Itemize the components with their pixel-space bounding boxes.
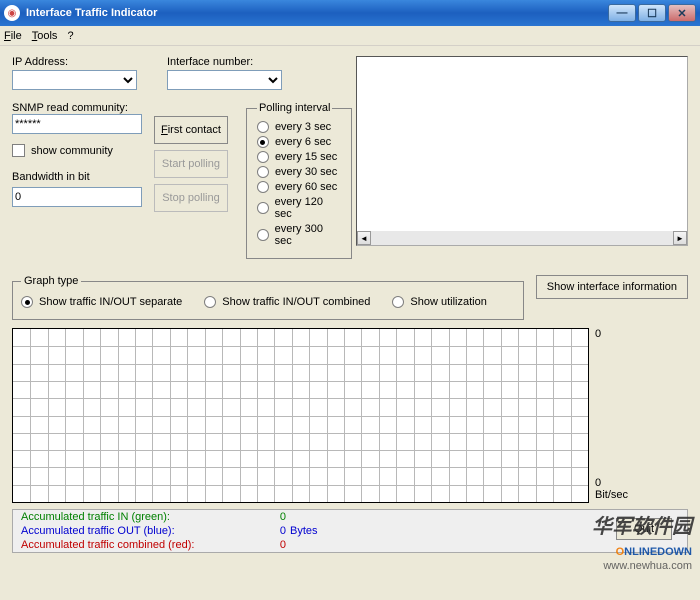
- ip-address-combo[interactable]: [12, 70, 137, 90]
- close-button[interactable]: ✕: [668, 4, 696, 22]
- legend-out-unit: Bytes: [286, 525, 318, 537]
- window-controls: — ☐ ✕: [608, 4, 696, 22]
- radio-icon[interactable]: [204, 296, 216, 308]
- radio-icon[interactable]: [21, 296, 33, 308]
- show-community-checkbox[interactable]: [12, 144, 25, 157]
- iface-label: Interface number:: [167, 56, 282, 68]
- maximize-button[interactable]: ☐: [638, 4, 666, 22]
- polling-option-label: every 120 sec: [275, 196, 341, 220]
- stop-polling-button[interactable]: Stop polling: [154, 184, 228, 212]
- graph-type-option[interactable]: Show traffic IN/OUT combined: [204, 296, 370, 308]
- polling-option[interactable]: every 60 sec: [257, 181, 341, 193]
- radio-icon[interactable]: [257, 121, 269, 133]
- minimize-button[interactable]: —: [608, 4, 636, 22]
- graph-type-option[interactable]: Show utilization: [392, 296, 486, 308]
- watermark-cn: 华军软件园: [592, 510, 692, 539]
- polling-interval-group: Polling interval every 3 sec every 6 sec e…: [246, 102, 352, 259]
- menu-tools[interactable]: Tools: [32, 30, 58, 42]
- snmp-community-input[interactable]: [12, 114, 142, 134]
- radio-icon[interactable]: [257, 136, 269, 148]
- start-polling-button[interactable]: Start polling: [154, 150, 228, 178]
- radio-icon[interactable]: [257, 166, 269, 178]
- show-interface-info-button[interactable]: Show interface information: [536, 275, 688, 299]
- watermark-brand: ONLINEDOWN: [592, 539, 692, 560]
- polling-option[interactable]: every 30 sec: [257, 166, 341, 178]
- polling-option[interactable]: every 15 sec: [257, 151, 341, 163]
- ip-label: IP Address:: [12, 56, 137, 68]
- window-title: Interface Traffic Indicator: [26, 7, 608, 19]
- radio-icon[interactable]: [257, 202, 269, 214]
- radio-icon[interactable]: [257, 181, 269, 193]
- watermark-url: www.newhua.com: [592, 560, 692, 572]
- polling-option-label: every 3 sec: [275, 121, 331, 133]
- interface-number-combo[interactable]: [167, 70, 282, 90]
- traffic-graph: [12, 328, 589, 503]
- graph-type-group: Graph type Show traffic IN/OUT separate S…: [12, 275, 524, 320]
- first-contact-button[interactable]: First contact: [154, 116, 228, 144]
- polling-option-label: every 6 sec: [275, 136, 331, 148]
- y-min: 0: [595, 477, 628, 489]
- y-unit: Bit/sec: [595, 489, 628, 501]
- legend-out-value: 0: [256, 525, 286, 537]
- graph-type-option-label: Show traffic IN/OUT separate: [39, 296, 182, 308]
- polling-legend: Polling interval: [257, 102, 333, 114]
- show-community-label: show community: [31, 145, 113, 157]
- radio-icon[interactable]: [257, 151, 269, 163]
- menu-help[interactable]: ?: [67, 30, 73, 42]
- legend-comb-label: Accumulated traffic combined (red):: [21, 539, 256, 551]
- polling-option[interactable]: every 300 sec: [257, 223, 341, 247]
- legend-in-value: 0: [256, 511, 286, 523]
- legend-in-label: Accumulated traffic IN (green):: [21, 511, 256, 523]
- legend-in-unit: [286, 511, 290, 523]
- y-max: 0: [595, 328, 601, 340]
- bandwidth-label: Bandwidth in bit: [12, 171, 142, 183]
- snmp-label: SNMP read community:: [12, 102, 128, 114]
- interface-listbox[interactable]: ◄ ►: [356, 56, 688, 246]
- traffic-legend: Accumulated traffic IN (green): 0 Accumu…: [12, 509, 688, 553]
- scroll-right-icon[interactable]: ►: [673, 231, 687, 245]
- legend-out-label: Accumulated traffic OUT (blue):: [21, 525, 256, 537]
- bandwidth-input[interactable]: [12, 187, 142, 207]
- polling-option[interactable]: every 6 sec: [257, 136, 341, 148]
- scroll-track[interactable]: [371, 231, 673, 245]
- app-icon: ◉: [4, 5, 20, 21]
- h-scrollbar[interactable]: ◄ ►: [357, 231, 687, 245]
- polling-option[interactable]: every 3 sec: [257, 121, 341, 133]
- polling-option-label: every 60 sec: [275, 181, 337, 193]
- graph-type-option[interactable]: Show traffic IN/OUT separate: [21, 296, 182, 308]
- graph-type-option-label: Show traffic IN/OUT combined: [222, 296, 370, 308]
- y-axis: 0 0 Bit/sec: [589, 328, 683, 503]
- graph-type-legend: Graph type: [21, 275, 81, 287]
- polling-option-label: every 30 sec: [275, 166, 337, 178]
- menu-bar: File Tools ?: [0, 26, 700, 46]
- title-bar: ◉ Interface Traffic Indicator — ☐ ✕: [0, 0, 700, 26]
- graph-type-option-label: Show utilization: [410, 296, 486, 308]
- polling-option-label: every 15 sec: [275, 151, 337, 163]
- menu-file[interactable]: File: [4, 30, 22, 42]
- legend-comb-unit: [286, 539, 290, 551]
- watermark: 华军软件园 ONLINEDOWN www.newhua.com: [592, 510, 692, 572]
- scroll-left-icon[interactable]: ◄: [357, 231, 371, 245]
- radio-icon[interactable]: [392, 296, 404, 308]
- legend-comb-value: 0: [256, 539, 286, 551]
- polling-option[interactable]: every 120 sec: [257, 196, 341, 220]
- radio-icon[interactable]: [257, 229, 269, 241]
- polling-option-label: every 300 sec: [275, 223, 341, 247]
